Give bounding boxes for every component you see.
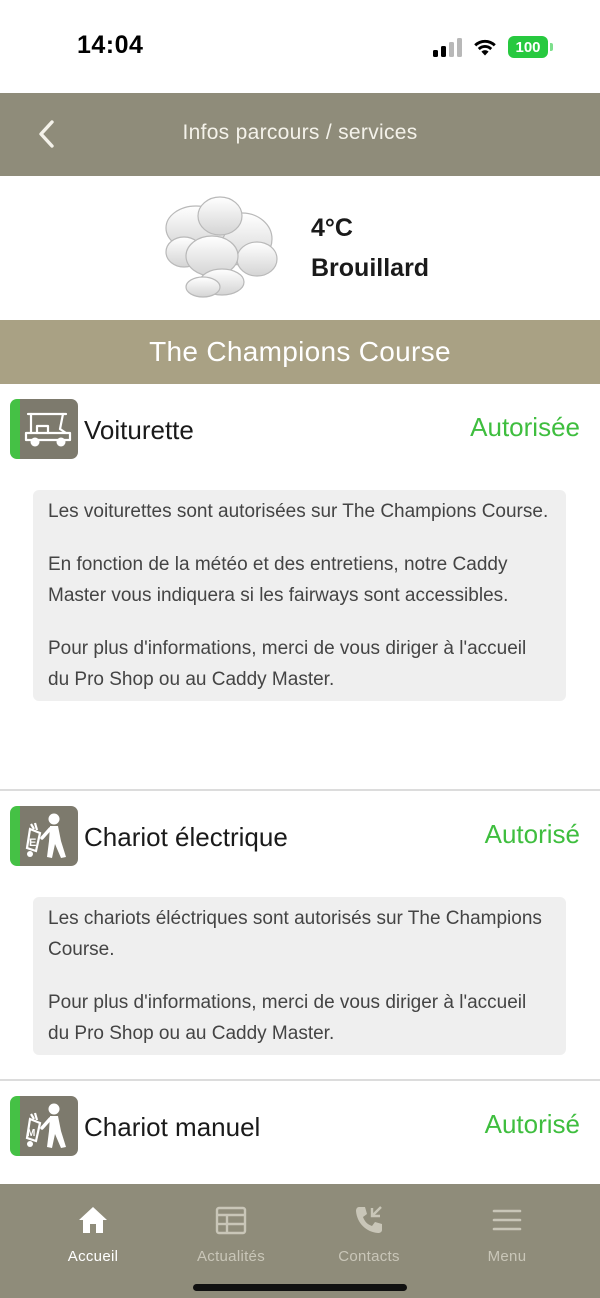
- status-icons: 100: [433, 36, 553, 58]
- newspaper-icon: [215, 1204, 247, 1236]
- service-status-badge: Autorisée: [470, 412, 580, 442]
- description-paragraph: En fonction de la météo et des entretien…: [48, 554, 509, 606]
- tab-label: Menu: [487, 1248, 527, 1265]
- home-icon: [78, 1204, 108, 1236]
- cellular-signal-icon: [433, 37, 462, 57]
- weather-condition: Brouillard: [311, 254, 430, 282]
- service-name: Voiturette: [84, 415, 194, 445]
- manual-trolley-icon: M: [10, 1096, 78, 1156]
- service-description: Les voiturettes sont autorisées sur The …: [33, 490, 566, 701]
- status-bar: 14:04 100: [0, 0, 600, 93]
- service-item-voiturette[interactable]: Voiturette Autorisée Les voiturettes son…: [0, 384, 600, 791]
- tab-label: Contacts: [338, 1248, 400, 1265]
- tab-contacts[interactable]: Contacts: [299, 1204, 439, 1265]
- description-paragraph: Les voiturettes sont autorisées sur The …: [48, 501, 549, 522]
- phone-icon: [354, 1204, 384, 1236]
- status-time: 14:04: [77, 31, 144, 59]
- tab-label: Accueil: [67, 1248, 119, 1265]
- page-title: Infos parcours / services: [182, 121, 418, 144]
- services-list[interactable]: Voiturette Autorisée Les voiturettes son…: [0, 384, 600, 1184]
- wifi-icon: [474, 39, 496, 56]
- service-name: Chariot manuel: [84, 1112, 261, 1142]
- svg-text:M: M: [27, 1128, 35, 1139]
- tab-bar: Accueil Actualités Contacts Menu: [0, 1184, 600, 1298]
- tab-actualites[interactable]: Actualités: [161, 1204, 301, 1265]
- weather-temperature: 4°C: [311, 214, 353, 242]
- service-item-chariot-manuel[interactable]: M Chariot manuel Autorisé: [0, 1081, 600, 1184]
- service-name: Chariot électrique: [84, 822, 288, 852]
- golf-cart-icon: [10, 399, 78, 459]
- home-indicator: [193, 1284, 407, 1291]
- description-paragraph: Les chariots éléctriques sont autorisés …: [48, 908, 542, 960]
- service-status-badge: Autorisé: [484, 1109, 580, 1139]
- description-paragraph: Pour plus d'informations, merci de vous …: [48, 992, 527, 1044]
- tab-menu[interactable]: Menu: [437, 1204, 577, 1265]
- course-title: The Champions Course: [0, 320, 600, 384]
- weather-panel: 4°C Brouillard: [0, 176, 600, 320]
- nav-header: Infos parcours / services: [0, 93, 600, 176]
- description-paragraph: Pour plus d'informations, merci de vous …: [48, 638, 527, 690]
- hamburger-menu-icon: [492, 1204, 522, 1236]
- tab-label: Actualités: [196, 1248, 266, 1265]
- fog-clouds-icon: [165, 196, 278, 298]
- electric-trolley-icon: E: [10, 806, 78, 866]
- service-item-chariot-electrique[interactable]: E Chariot électrique Autorisé Les chario…: [0, 791, 600, 1081]
- service-description: Les chariots éléctriques sont autorisés …: [33, 897, 566, 1055]
- tab-accueil[interactable]: Accueil: [23, 1204, 163, 1265]
- svg-text:E: E: [29, 837, 36, 849]
- battery-indicator: 100: [508, 36, 553, 58]
- service-status-badge: Autorisé: [484, 819, 580, 849]
